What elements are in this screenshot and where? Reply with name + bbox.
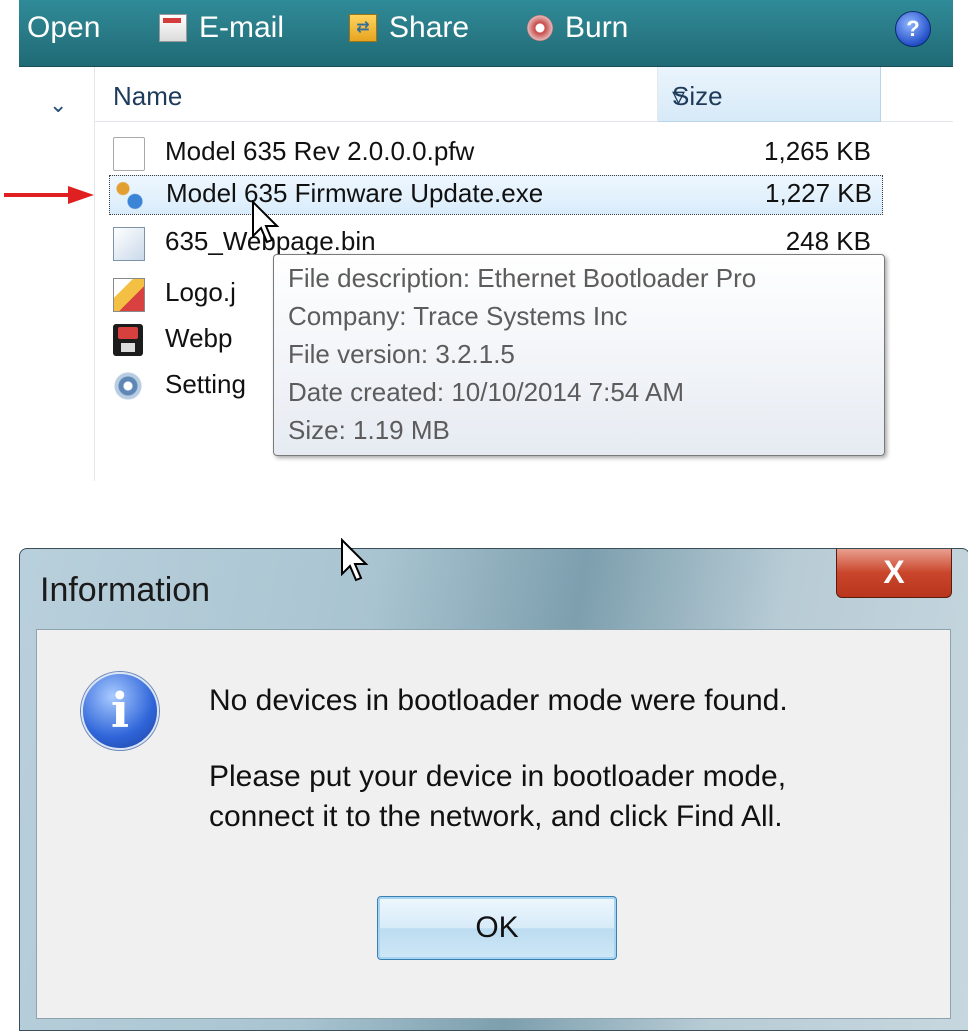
tooltip-date: Date created: 10/10/2014 7:54 AM [288,377,685,407]
tooltip-description: File description: Ethernet Bootloader Pr… [288,263,757,293]
share-button[interactable]: ⇄ Share [349,8,469,48]
close-button[interactable]: X [836,549,952,598]
dialog-message-line: No devices in bootloader mode were found… [209,684,788,717]
mouse-cursor-icon [341,538,369,582]
red-arrow-icon [4,186,94,204]
tooltip-size: Size: 1.19 MB [288,415,450,445]
file-size: 1,227 KB [765,178,872,208]
name-column-header[interactable]: Name [95,67,658,121]
open-button[interactable]: Open [27,8,100,48]
floppy-icon [113,324,143,356]
dialog-message-line: Please put your device in bootloader mod… [209,760,787,793]
tooltip-company: Company: Trace Systems Inc [288,301,628,331]
burn-button[interactable]: Burn [527,8,628,48]
tooltip-version: File version: 3.2.1.5 [288,339,515,369]
information-dialog: Information X i No devices in bootloader… [19,548,968,1031]
share-icon: ⇄ [349,14,377,42]
mouse-cursor-icon [252,200,280,244]
burn-label: Burn [565,11,629,44]
chevron-down-icon[interactable]: ⌄ [49,92,67,118]
file-name: Webp [165,323,233,353]
help-button[interactable]: ? [895,11,931,47]
share-label: Share [389,11,470,44]
open-label: Open [27,11,101,44]
disc-icon [527,15,553,41]
file-size: 248 KB [785,226,871,256]
file-name: Model 635 Rev 2.0.0.0.pfw [165,136,475,166]
image-file-icon [113,278,145,312]
navigation-pane [19,67,95,481]
file-name: Logo.j [165,277,236,307]
email-button[interactable]: E-mail [159,8,284,48]
email-label: E-mail [199,11,285,44]
file-row[interactable]: Model 635 Rev 2.0.0.0.pfw 1,265 KB [109,134,881,172]
settings-file-icon [113,370,143,402]
email-icon [159,14,187,42]
file-name: Setting [165,369,246,399]
dialog-body: i No devices in bootloader mode were fou… [36,629,951,1019]
close-icon: X [883,554,905,590]
exe-icon [114,179,144,211]
size-column-header[interactable]: Size ▿ [658,67,881,122]
dialog-title: Information [40,571,211,609]
explorer-toolbar: Open E-mail ⇄ Share Burn ? [19,0,953,67]
document-icon [113,137,145,171]
file-size: 1,265 KB [764,136,871,166]
ok-button[interactable]: OK [377,896,617,960]
file-name: Model 635 Firmware Update.exe [166,178,544,208]
sort-arrow-icon: ▿ [672,81,686,111]
file-row-selected[interactable]: Model 635 Firmware Update.exe 1,227 KB [109,175,883,215]
file-tooltip: File description: Ethernet Bootloader Pr… [273,254,885,456]
name-column-label: Name [113,81,183,111]
dialog-message-line: connect it to the network, and click Fin… [209,800,783,833]
bin-file-icon [113,227,145,261]
column-header: Name Size ▿ [95,67,953,122]
info-icon: i [81,672,159,750]
explorer-window: Open E-mail ⇄ Share Burn ? ⌄ Name Size ▿… [19,0,953,481]
